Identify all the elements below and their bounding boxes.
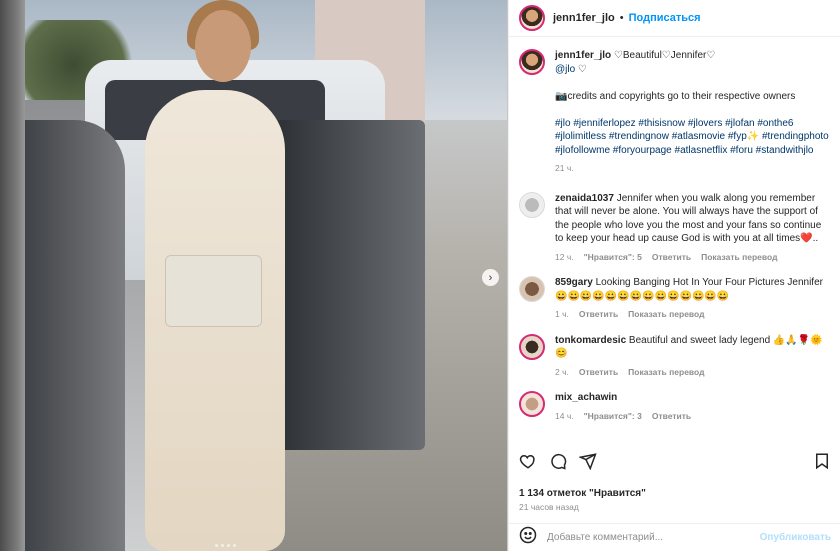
- avatar[interactable]: [519, 391, 545, 417]
- comment-username[interactable]: tonkomardesic: [555, 335, 626, 346]
- comment-likes[interactable]: "Нравится": 3: [584, 410, 642, 424]
- comment-username[interactable]: zenaida1037: [555, 193, 614, 204]
- comment-likes[interactable]: "Нравится": 5: [584, 251, 642, 265]
- photo-head: [195, 10, 251, 82]
- comment-item: tonkomardesic Beautiful and sweet lady l…: [509, 333, 840, 380]
- photo-car-door-left: [25, 120, 125, 551]
- emoji-icon[interactable]: [519, 526, 537, 549]
- avatar[interactable]: [519, 5, 545, 31]
- follow-button[interactable]: Подписаться: [629, 12, 701, 24]
- avatar[interactable]: [519, 191, 545, 218]
- translate-button[interactable]: Показать перевод: [628, 366, 704, 380]
- reply-button[interactable]: Ответить: [579, 308, 618, 322]
- avatar[interactable]: [519, 276, 545, 302]
- comment-text: Looking Banging Hot In Your Four Picture…: [555, 277, 823, 302]
- next-arrow-icon[interactable]: ›: [482, 269, 499, 286]
- comment-username[interactable]: 859gary: [555, 277, 593, 288]
- caption-mention[interactable]: @jlo: [555, 64, 575, 75]
- comment-time: 12 ч.: [555, 251, 574, 262]
- separator-dot: •: [619, 12, 624, 24]
- translate-button[interactable]: Показать перевод: [701, 251, 777, 265]
- bookmark-icon[interactable]: [813, 452, 831, 475]
- caption-time: 21 ч.: [555, 163, 574, 173]
- carousel-dots: [215, 544, 236, 547]
- comment-item: 859gary Looking Banging Hot In Your Four…: [509, 276, 840, 322]
- comment-item: mix_achawin 14 ч. "Нравится": 3 Ответить: [509, 391, 840, 423]
- comment-input[interactable]: Добавьте комментарий...: [547, 532, 760, 543]
- caption-credits: 📷credits and copyrights go to their resp…: [555, 90, 796, 102]
- post-time: 21 часов назад: [519, 502, 579, 512]
- share-icon[interactable]: [577, 452, 597, 475]
- comment-icon[interactable]: [549, 452, 567, 475]
- avatar[interactable]: [519, 333, 545, 360]
- reply-button[interactable]: Ответить: [579, 366, 618, 380]
- heart-icon[interactable]: [519, 452, 537, 475]
- header-username[interactable]: jenn1fer_jlo: [553, 12, 615, 24]
- comments-list[interactable]: jenn1fer_jlo ♡Beautiful♡Jennifer♡ @jlo ♡…: [509, 37, 840, 447]
- comment-username[interactable]: mix_achawin: [555, 392, 617, 403]
- caption-hashtags[interactable]: #jlo #jenniferlopez #thisisnow #jlovers …: [555, 118, 829, 156]
- caption-mention-suffix: ♡: [575, 63, 587, 75]
- photo-car-door: [275, 120, 425, 450]
- translate-button[interactable]: Показать перевод: [628, 308, 704, 322]
- caption: jenn1fer_jlo ♡Beautiful♡Jennifer♡ @jlo ♡…: [509, 49, 840, 176]
- comment-time: 14 ч.: [555, 410, 574, 421]
- add-comment-bar: Добавьте комментарий... Опубликовать: [509, 523, 840, 551]
- caption-line1: ♡Beautiful♡Jennifer♡: [613, 50, 716, 61]
- comment-time: 1 ч.: [555, 309, 569, 319]
- comment-time: 2 ч.: [555, 366, 569, 377]
- publish-button[interactable]: Опубликовать: [760, 532, 831, 543]
- reply-button[interactable]: Ответить: [652, 410, 691, 424]
- post-panel: jenn1fer_jlo • Подписаться jenn1fer_jlo …: [508, 0, 840, 551]
- comment-item: zenaida1037 Jennifer when you walk along…: [509, 191, 840, 265]
- reply-button[interactable]: Ответить: [652, 251, 691, 265]
- post-header: jenn1fer_jlo • Подписаться: [509, 0, 840, 37]
- caption-username[interactable]: jenn1fer_jlo: [555, 50, 611, 61]
- post-actions: [519, 452, 597, 475]
- post-photo[interactable]: [25, 0, 507, 551]
- avatar[interactable]: [519, 49, 545, 75]
- likes-count[interactable]: 1 134 отметок "Нравится": [519, 488, 646, 499]
- photo-handbag: [165, 255, 262, 327]
